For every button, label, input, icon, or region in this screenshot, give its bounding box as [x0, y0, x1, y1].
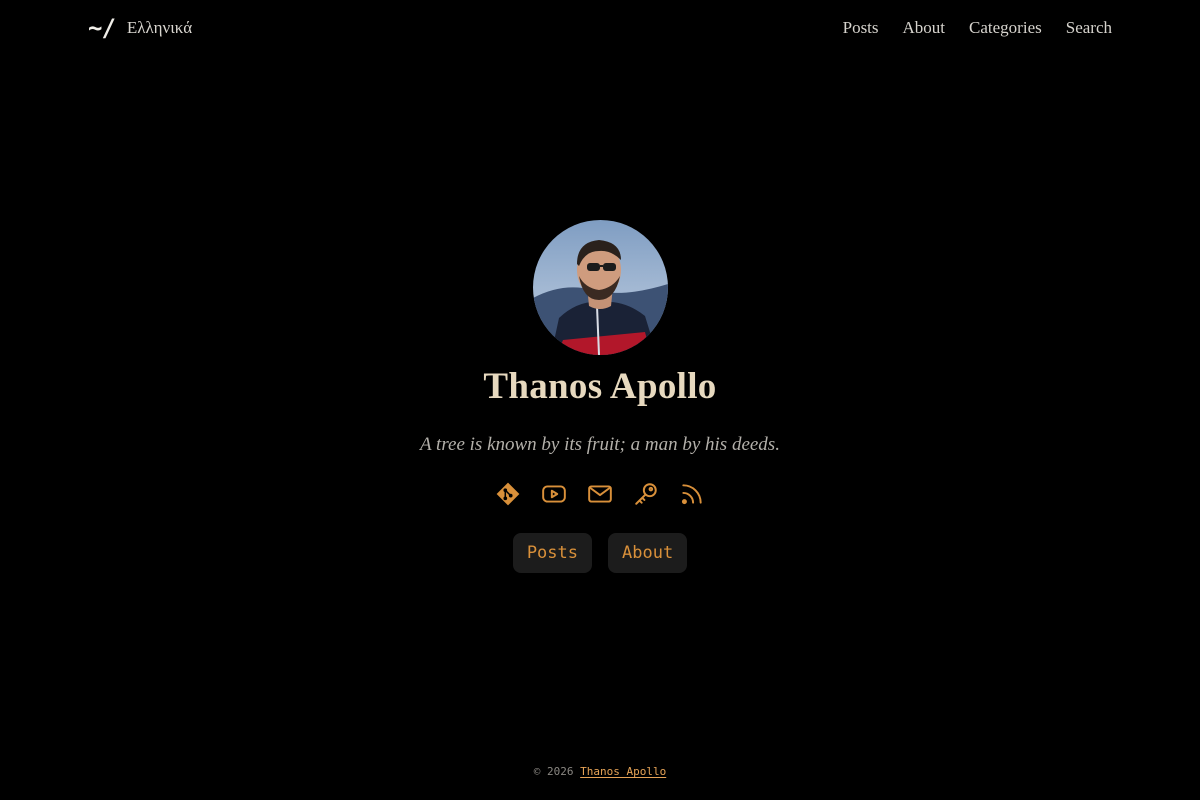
footer-author-link[interactable]: Thanos Apollo — [580, 765, 666, 778]
avatar — [532, 220, 668, 355]
mail-icon[interactable] — [587, 481, 613, 507]
site-header: ~/ Ελληνικά Posts About Categories Searc… — [0, 0, 1200, 60]
key-icon[interactable] — [633, 481, 659, 507]
youtube-icon[interactable] — [541, 481, 567, 507]
social-links — [495, 481, 705, 507]
rss-icon[interactable] — [679, 481, 705, 507]
site-footer: © 2026 Thanos Apollo — [0, 765, 1200, 778]
posts-button[interactable]: Posts — [512, 533, 592, 573]
about-button[interactable]: About — [608, 533, 688, 573]
nav-posts[interactable]: Posts — [843, 18, 879, 38]
main-nav: Posts About Categories Search — [843, 18, 1112, 38]
hero-buttons: Posts About — [512, 533, 688, 573]
profile-hero: Thanos Apollo A tree is known by its fru… — [0, 220, 1200, 573]
language-switch[interactable]: Ελληνικά — [127, 18, 192, 38]
page: ~/ Ελληνικά Posts About Categories Searc… — [0, 0, 1200, 800]
profile-name: Thanos Apollo — [483, 366, 717, 407]
profile-tagline: A tree is known by its fruit; a man by h… — [420, 434, 780, 455]
home-link[interactable]: ~/ Ελληνικά — [88, 14, 192, 42]
nav-search[interactable]: Search — [1066, 18, 1112, 38]
nav-categories[interactable]: Categories — [969, 18, 1042, 38]
git-icon[interactable] — [495, 481, 521, 507]
copyright-text: © 2026 — [533, 765, 574, 778]
nav-about[interactable]: About — [903, 18, 946, 38]
home-logo: ~/ — [88, 14, 116, 42]
